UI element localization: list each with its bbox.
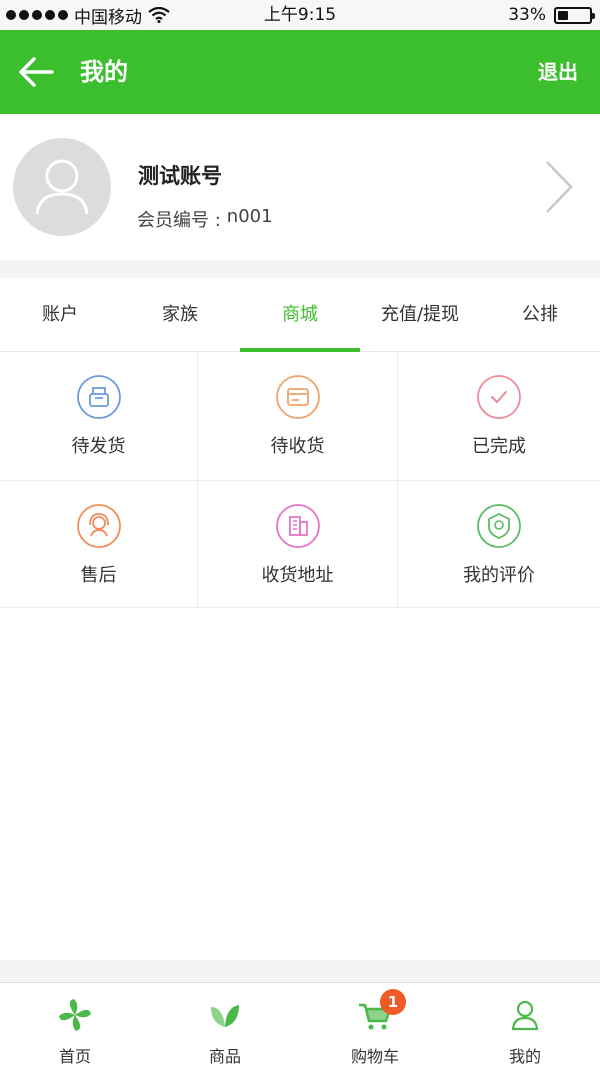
building-icon	[275, 504, 320, 548]
battery-icon	[554, 6, 595, 24]
battery-percent: 33%	[508, 5, 546, 25]
order-grid: 待发货 待收货 已完成 售后 收货地址 我的评价	[0, 352, 600, 608]
grid-item-label: 已完成	[472, 436, 526, 457]
grid-item-after-sales[interactable]: 售后	[0, 481, 198, 608]
bottom-nav-label: 我的	[508, 1047, 541, 1066]
bottom-nav-label: 首页	[58, 1047, 91, 1066]
signal-icon	[6, 10, 68, 20]
grid-item-label: 售后	[80, 565, 117, 586]
grid-item-label: 收货地址	[261, 565, 334, 586]
logout-button[interactable]: 退出	[538, 30, 578, 114]
bottom-nav-label: 商品	[208, 1047, 241, 1066]
battery-fill	[558, 10, 568, 20]
pinwheel-icon	[59, 999, 91, 1031]
carrier-name: 中国移动	[74, 7, 142, 28]
grid-item-label: 待发货	[71, 436, 126, 457]
tab-recharge-withdraw[interactable]: 充值/提现	[360, 278, 480, 351]
leaf-icon	[211, 1005, 239, 1027]
wallet-icon	[275, 375, 320, 419]
status-left: 中国移动	[6, 0, 170, 30]
service-agent-icon	[76, 504, 121, 548]
status-bar: 上午9:15 中国移动 33%	[0, 0, 600, 30]
wifi-icon	[148, 7, 170, 23]
page-title: 我的	[80, 58, 128, 86]
grid-item-pending-receipt[interactable]: 待收货	[198, 352, 398, 481]
arrow-left-icon[interactable]	[14, 50, 58, 94]
user-avatar-icon	[13, 138, 111, 236]
grid-item-label: 待收货	[270, 436, 325, 457]
bottom-nav-products[interactable]: 商品	[150, 983, 300, 1067]
content-area	[0, 608, 600, 960]
grid-item-completed[interactable]: 已完成	[398, 352, 600, 481]
member-number: 会员编号 : n001	[137, 206, 273, 232]
tab-account[interactable]: 账户	[0, 278, 120, 351]
grid-item-my-reviews[interactable]: 我的评价	[398, 481, 600, 608]
tab-mall[interactable]: 商城	[240, 278, 360, 352]
package-icon	[76, 375, 121, 419]
member-id: n001	[226, 206, 273, 227]
nav-bar: 我的 退出	[0, 30, 600, 114]
cart-badge: 1	[380, 989, 406, 1015]
bottom-nav-cart[interactable]: 1 购物车	[300, 983, 450, 1067]
profile-card[interactable]: 测试账号 会员编号 : n001	[0, 114, 600, 260]
check-icon	[477, 375, 521, 419]
tab-bar: 账户 家族 商城 充值/提现 公排	[0, 278, 600, 352]
tab-family[interactable]: 家族	[120, 278, 240, 351]
bottom-nav-label: 购物车	[350, 1047, 399, 1066]
tab-queue[interactable]: 公排	[480, 278, 600, 351]
profile-name: 测试账号	[138, 164, 222, 188]
badge-star-icon	[477, 504, 521, 548]
bottom-nav-home[interactable]: 首页	[0, 983, 150, 1067]
chevron-right-icon	[546, 161, 573, 213]
user-icon	[511, 1000, 539, 1031]
status-right: 33%	[508, 0, 595, 30]
bottom-nav: 首页 商品 1 购物车 我的	[0, 982, 600, 1067]
grid-item-pending-shipment[interactable]: 待发货	[0, 352, 198, 481]
grid-item-shipping-address[interactable]: 收货地址	[198, 481, 398, 608]
bottom-nav-mine[interactable]: 我的	[450, 983, 600, 1067]
member-label: 会员编号 :	[137, 210, 221, 231]
grid-item-label: 我的评价	[463, 565, 535, 586]
